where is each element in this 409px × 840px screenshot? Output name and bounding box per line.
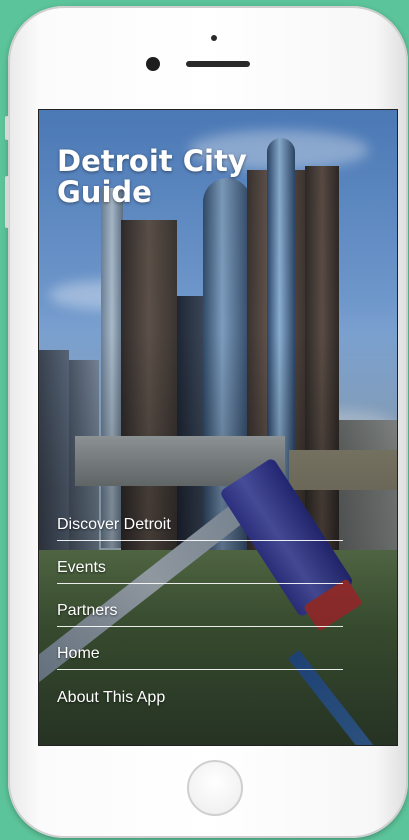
menu-item-events[interactable]: Events <box>57 541 343 584</box>
phone-frame: Detroit City Guide Discover Detroit Even… <box>5 6 408 838</box>
volume-down-button <box>5 176 9 228</box>
app-screen: Detroit City Guide Discover Detroit Even… <box>38 109 398 746</box>
app-title: Detroit City Guide <box>57 144 247 209</box>
menu-item-about-this-app[interactable]: About This App <box>57 670 343 713</box>
main-menu: Discover Detroit Events Partners Home Ab… <box>57 498 343 713</box>
front-sensor-icon <box>211 35 217 41</box>
volume-up-button <box>5 116 9 140</box>
earpiece-speaker-icon <box>186 61 250 67</box>
home-button-icon[interactable] <box>187 760 243 816</box>
menu-item-discover-detroit[interactable]: Discover Detroit <box>57 498 343 541</box>
menu-item-home[interactable]: Home <box>57 627 343 670</box>
front-camera-icon <box>146 57 160 71</box>
menu-item-partners[interactable]: Partners <box>57 584 343 627</box>
